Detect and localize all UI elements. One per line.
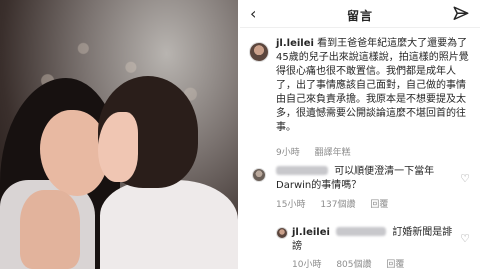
comment-meta: 9小時 翻譯年糕 xyxy=(276,145,363,158)
avatar[interactable] xyxy=(276,227,288,239)
page-title: 留言 xyxy=(346,9,373,23)
comment-1: jl.leilei 看到王爸爸年紀這麼大了還要為了45歲的兒子出來說這樣說，拍這… xyxy=(276,37,474,135)
man-face xyxy=(98,112,138,182)
comments-panel: ‹ 留言 jl.leilei 看到王爸爸年紀這麼大了還要為了45歲的兒子出來說這… xyxy=(240,0,480,269)
comment-meta: 10小時 805個讚 回覆 xyxy=(292,257,416,269)
avatar[interactable] xyxy=(252,168,266,182)
comment-time: 9小時 xyxy=(276,148,300,158)
heart-icon[interactable]: ♡ xyxy=(460,232,470,245)
heart-icon[interactable]: ♡ xyxy=(460,172,470,185)
reply-link[interactable]: 回覆 xyxy=(386,260,404,269)
comment-time: 15小時 xyxy=(276,200,306,210)
blurred-username xyxy=(276,166,328,175)
comment-time: 10小時 xyxy=(292,260,322,269)
blurred-mention xyxy=(336,227,387,236)
reply-link[interactable]: 回覆 xyxy=(370,200,388,210)
top-bar: ‹ 留言 xyxy=(240,0,480,28)
comment-username[interactable]: jl.leilei xyxy=(292,227,330,238)
man-shirt xyxy=(100,180,238,269)
comment-likes[interactable]: 805個讚 xyxy=(336,260,371,269)
comment-username[interactable]: jl.leilei xyxy=(276,38,314,49)
translate-link[interactable]: 翻譯年糕 xyxy=(315,148,351,158)
comment-meta: 15小時 137個讚 回覆 xyxy=(276,197,400,210)
comment-text: 看到王爸爸年紀這麼大了還要為了45歲的兒子出來說這樣說，拍這樣的照片覺得很心痛也… xyxy=(276,38,469,133)
concert-photo xyxy=(0,0,238,269)
comment-3: jl.leilei 訂婚新聞是誹謗 xyxy=(292,226,457,254)
send-icon[interactable] xyxy=(452,5,470,23)
comment-likes[interactable]: 137個讚 xyxy=(320,200,355,210)
avatar[interactable] xyxy=(249,42,269,62)
arm xyxy=(20,190,80,269)
comment-2: 可以順便澄清一下當年Darwin的事情嗎？ xyxy=(276,165,456,193)
